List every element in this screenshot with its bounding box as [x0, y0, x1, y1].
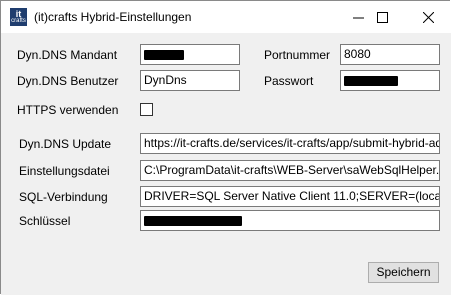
einstellungsdatei-label: Einstellungsdatei — [19, 164, 110, 178]
redacted-mask — [344, 75, 398, 86]
https-checkbox[interactable] — [140, 103, 153, 116]
redacted-mask — [144, 215, 242, 226]
portnummer-label: Portnummer — [264, 48, 331, 62]
passwort-label: Passwort — [264, 74, 314, 88]
sql-label: SQL-Verbindung — [19, 190, 108, 204]
schluessel-field[interactable] — [140, 210, 440, 231]
sql-connection-field[interactable]: DRIVER=SQL Server Native Client 11.0;SER… — [140, 186, 440, 207]
benutzer-label: Dyn.DNS Benutzer — [17, 74, 119, 88]
portnummer-field[interactable]: 8080 — [340, 44, 440, 65]
benutzer-field[interactable]: DynDns — [140, 70, 240, 91]
save-button[interactable]: Speichern — [368, 262, 439, 283]
einstellungsdatei-field[interactable]: C:\ProgramData\it-crafts\WEB-Server\saWe… — [140, 160, 440, 181]
schluessel-label: Schlüssel — [19, 214, 71, 228]
update-label: Dyn.DNS Update — [19, 137, 112, 151]
maximize-button[interactable] — [359, 1, 405, 33]
settings-window: it crafts (it)crafts Hybrid-Einstellunge… — [0, 0, 451, 295]
close-button[interactable] — [405, 1, 451, 33]
title-bar: it crafts (it)crafts Hybrid-Einstellunge… — [1, 1, 451, 33]
update-url-field[interactable]: https://it-crafts.de/services/it-crafts/… — [140, 133, 440, 154]
window-title: (it)crafts Hybrid-Einstellungen — [34, 10, 192, 24]
mandant-label: Dyn.DNS Mandant — [17, 48, 118, 62]
maximize-icon — [376, 11, 388, 23]
app-logo-icon: it crafts — [10, 8, 27, 26]
close-icon — [422, 11, 434, 23]
passwort-field[interactable] — [340, 70, 440, 91]
mandant-field[interactable] — [140, 44, 240, 65]
https-label: HTTPS verwenden — [17, 103, 119, 117]
settings-form: Dyn.DNS Mandant Portnummer 8080 Dyn.DNS … — [1, 33, 451, 295]
redacted-mask — [144, 49, 184, 60]
